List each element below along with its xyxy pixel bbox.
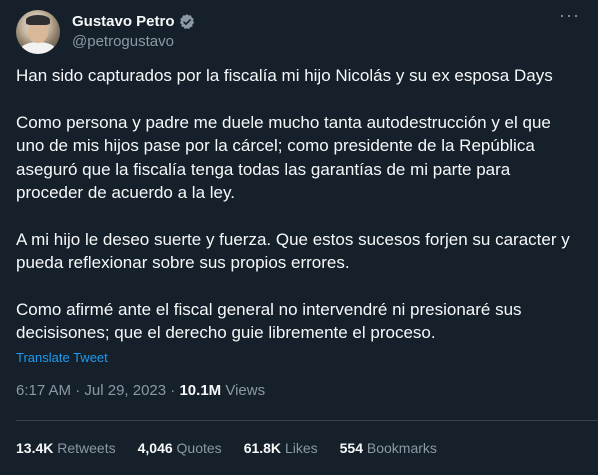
bookmarks-count: 554 bbox=[339, 440, 363, 456]
tweet-header: Gustavo Petro @petrogustavo ··· bbox=[16, 0, 582, 60]
tweet-text: Han sido capturados por la fiscalía mi h… bbox=[16, 64, 582, 345]
views-count[interactable]: 10.1M bbox=[179, 382, 221, 399]
name-row: Gustavo Petro bbox=[72, 12, 196, 32]
tweet-paragraph: Como afirmé ante el fiscal general no in… bbox=[16, 299, 522, 343]
tweet: Gustavo Petro @petrogustavo ··· Han sido… bbox=[0, 0, 598, 475]
more-options-icon[interactable]: ··· bbox=[559, 6, 580, 24]
author-display-name[interactable]: Gustavo Petro bbox=[72, 12, 175, 32]
likes-count: 61.8K bbox=[243, 440, 282, 456]
author-names: Gustavo Petro @petrogustavo bbox=[72, 12, 196, 52]
bookmarks-label: Bookmarks bbox=[366, 440, 437, 456]
verified-badge-icon bbox=[178, 13, 196, 31]
quotes-stat[interactable]: 4,046 Quotes bbox=[138, 438, 222, 458]
tweet-date[interactable]: Jul 29, 2023 bbox=[84, 382, 166, 399]
avatar-hair bbox=[26, 15, 50, 25]
avatar-shirt bbox=[20, 42, 56, 54]
retweets-count: 13.4K bbox=[16, 440, 54, 456]
likes-stat[interactable]: 61.8K Likes bbox=[244, 438, 318, 458]
retweets-stat[interactable]: 13.4K Retweets bbox=[16, 438, 116, 458]
quotes-label: Quotes bbox=[176, 440, 222, 456]
tweet-paragraph: A mi hijo le deseo suerte y fuerza. Que … bbox=[16, 229, 570, 273]
meta-separator: · bbox=[75, 381, 81, 399]
divider bbox=[16, 420, 598, 421]
avatar[interactable] bbox=[16, 10, 60, 54]
bookmarks-stat[interactable]: 554 Bookmarks bbox=[340, 438, 437, 458]
tweet-meta: 6:17 AM · Jul 29, 2023 · 10.1M Views bbox=[16, 381, 582, 401]
translate-tweet-link[interactable]: Translate Tweet bbox=[16, 349, 582, 367]
tweet-stats: 13.4K Retweets 4,046 Quotes 61.8K Likes … bbox=[16, 438, 437, 458]
retweets-label: Retweets bbox=[57, 440, 116, 456]
tweet-time[interactable]: 6:17 AM bbox=[16, 382, 71, 399]
meta-separator: · bbox=[170, 381, 176, 399]
likes-label: Likes bbox=[284, 440, 318, 456]
tweet-paragraph: Han sido capturados por la fiscalía mi h… bbox=[16, 66, 553, 85]
views-label: Views bbox=[225, 381, 266, 399]
tweet-paragraph: Como persona y padre me duele mucho tant… bbox=[16, 112, 551, 203]
author-handle[interactable]: @petrogustavo bbox=[72, 32, 196, 52]
quotes-count: 4,046 bbox=[137, 440, 173, 456]
